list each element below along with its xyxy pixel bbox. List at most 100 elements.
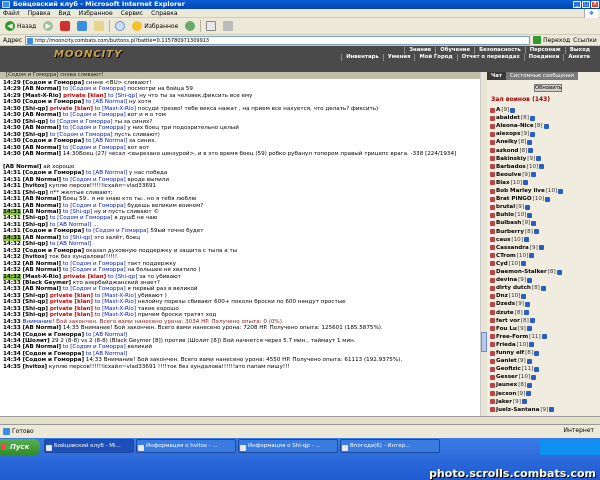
message-recipient[interactable]: to [AB Normal] — [84, 99, 127, 105]
nav-battles[interactable]: Поединки — [523, 54, 564, 61]
info-icon[interactable] — [533, 229, 539, 234]
task-info-shiqp[interactable]: Информация о Shi-qp - ... — [238, 439, 338, 453]
player-item[interactable]: CTrom [10] — [490, 252, 590, 260]
message-sender[interactable]: [AB Normal] — [23, 145, 61, 151]
player-item[interactable]: Cassandra [9] — [490, 244, 590, 252]
message-recipient[interactable]: to [Mast-X-Rio] — [93, 299, 136, 305]
info-icon[interactable] — [531, 220, 537, 226]
chat-scrollbar[interactable] — [480, 72, 487, 416]
message-sender[interactable]: [AB Normal] — [23, 151, 61, 157]
back-button[interactable]: ◀ Назад — [3, 20, 38, 33]
player-item[interactable]: Dnz [10] — [490, 292, 590, 300]
message-sender[interactable]: [AB Normal] — [23, 112, 61, 118]
player-name[interactable]: Brat PINGO — [496, 195, 532, 203]
message-sender[interactable]: [hvitos] — [23, 364, 48, 370]
info-icon[interactable] — [531, 172, 537, 178]
message-sender[interactable]: [AB Normal] — [23, 261, 61, 267]
nav-character[interactable]: Персонаж — [524, 47, 565, 54]
message-recipient[interactable]: to [Содом и Гоморра] — [61, 286, 126, 292]
message-sender[interactable]: [hvitos] — [23, 254, 48, 260]
player-name[interactable]: Dzeds — [496, 300, 515, 308]
message-recipient[interactable]: to [Содом и Гоморра] — [84, 228, 149, 234]
player-name[interactable]: dzute — [496, 309, 514, 317]
nav-skills[interactable]: Умения — [382, 54, 415, 61]
player-item[interactable]: Fou Lu [9] — [490, 325, 590, 333]
player-item[interactable]: Buhlo [10] — [490, 211, 590, 219]
info-icon[interactable] — [531, 374, 537, 380]
info-icon[interactable] — [521, 293, 527, 299]
forward-button[interactable]: ▶ — [41, 20, 55, 33]
info-icon[interactable] — [543, 123, 549, 129]
player-name[interactable]: azkond — [496, 147, 518, 155]
menu-view[interactable]: Вид — [58, 9, 70, 17]
message-recipient[interactable]: to [AB Normal] — [84, 351, 127, 357]
player-name[interactable]: abaldet — [496, 114, 520, 122]
task-info-hvitos[interactable]: Информация о hvitos - ... — [136, 439, 236, 453]
menu-favorites[interactable]: Избранное — [79, 9, 113, 17]
player-name[interactable]: Dnz — [496, 292, 508, 300]
message-sender[interactable]: [Shi-qp] — [23, 215, 48, 221]
message-recipient[interactable]: to [Содом и Гоморра] — [61, 177, 126, 183]
player-item[interactable]: brutal [9] — [490, 203, 590, 211]
info-icon[interactable] — [539, 164, 545, 170]
info-icon[interactable] — [527, 212, 533, 218]
nav-security[interactable]: Безопасность — [474, 47, 525, 54]
info-icon[interactable] — [521, 261, 527, 267]
stop-button[interactable] — [58, 20, 72, 33]
home-button[interactable] — [92, 20, 106, 33]
message-recipient[interactable]: to [Shi-qp] — [106, 93, 138, 99]
info-icon[interactable] — [528, 148, 534, 153]
maximize-button[interactable]: ▢ — [582, 1, 590, 8]
player-item[interactable]: Aleona-Nice [8] — [490, 122, 590, 130]
message-sender[interactable]: [Shi-qp] — [23, 132, 48, 138]
message-sender[interactable]: [AB Normal] — [23, 235, 61, 241]
menu-help[interactable]: Справка — [151, 9, 177, 17]
message-sender[interactable]: [AB Normal] — [23, 203, 61, 209]
message-sender[interactable]: [Shi-qp] — [23, 222, 48, 228]
message-recipient[interactable]: to [Содом и Гоморра] — [48, 132, 113, 138]
message-sender[interactable]: [Black Geymer] — [23, 280, 71, 286]
player-item[interactable]: Gesser [10] — [490, 373, 590, 381]
player-item[interactable]: fart vor [8] — [490, 317, 590, 325]
menu-edit[interactable]: Правка — [28, 9, 51, 17]
nav-training[interactable]: Обучение — [435, 47, 474, 54]
player-item[interactable]: dirty dutch [8] — [490, 284, 590, 292]
player-name[interactable]: Jaker — [496, 398, 512, 406]
go-button[interactable]: Переход — [533, 36, 570, 44]
message-sender[interactable]: [Shi-qp] — [23, 299, 48, 305]
player-name[interactable]: Bob Marley live — [496, 187, 545, 195]
player-name[interactable]: Daemon-Stalker — [496, 268, 547, 276]
message-sender[interactable]: [Шолит] — [23, 338, 50, 344]
message-sender[interactable]: [Shi-qp] — [23, 241, 48, 247]
menu-tools[interactable]: Сервис — [121, 9, 143, 17]
message-sender[interactable]: [AB Normal] — [3, 164, 41, 170]
info-icon[interactable] — [510, 107, 516, 113]
player-name[interactable]: Geofizic — [496, 365, 521, 373]
player-name[interactable]: Burberry — [496, 228, 524, 236]
message-sender[interactable]: [Содом и Гоморра] — [23, 248, 84, 254]
message-sender[interactable]: [Содом и Гоморра] — [23, 138, 84, 144]
info-icon[interactable] — [538, 245, 544, 251]
player-item[interactable]: dzute [8] — [490, 309, 590, 317]
nav-my-city[interactable]: Мой Город — [414, 54, 456, 61]
message-sender[interactable]: [AB Normal] — [23, 267, 61, 273]
message-sender[interactable]: [AB Normal] — [23, 86, 61, 92]
info-icon[interactable] — [527, 277, 533, 283]
player-item[interactable]: caus [10] — [490, 236, 590, 244]
minimize-button[interactable]: _ — [573, 1, 581, 8]
player-item[interactable]: Barbados [10] — [490, 163, 590, 171]
player-item[interactable]: Jaker [9] — [490, 398, 590, 406]
player-item[interactable]: A [9] — [490, 106, 590, 114]
player-item[interactable]: devina [9] — [490, 276, 590, 284]
info-icon[interactable] — [526, 326, 532, 332]
player-name[interactable]: Cyd — [496, 260, 508, 268]
message-sender[interactable]: [AB Normal] — [23, 325, 61, 331]
info-icon[interactable] — [534, 366, 540, 372]
message-recipient[interactable]: to [Mast-X-Rio] — [93, 312, 136, 318]
player-name[interactable]: Juelz-Santana — [496, 406, 539, 414]
message-sender[interactable]: [Mast-X-Rio] — [23, 274, 62, 280]
tab-chat[interactable]: Чат — [487, 72, 506, 80]
player-name[interactable]: Fou Lu — [496, 325, 517, 333]
message-sender[interactable]: [Содом и Гоморра] — [23, 80, 84, 86]
player-item[interactable]: Geofizic [11] — [490, 365, 590, 373]
